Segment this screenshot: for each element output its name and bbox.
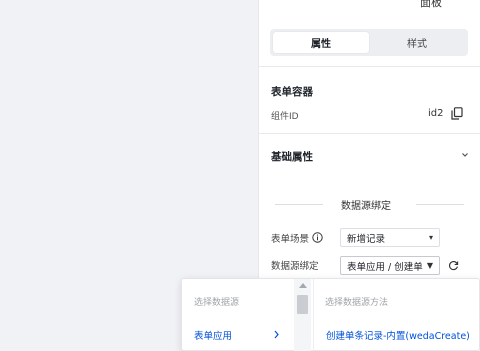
chevron-right-icon [274,330,279,339]
panel-header-label: 面板 [420,0,442,9]
divider [258,66,480,67]
dropdown-item-create-record[interactable]: 创建单条记录-内置(wedaCreate) [326,328,470,342]
divider-line-right [416,204,464,205]
tab-styles[interactable]: 样式 [369,32,465,53]
section-title-basic-props[interactable]: 基础属性 [271,149,313,164]
scrollbar-thumb[interactable] [297,295,308,314]
data-source-method-list: 选择数据源方法 创建单条记录-内置(wedaCreate) [313,279,480,351]
form-scene-value: 新增记录 [347,233,386,245]
data-source-select[interactable]: 表单应用 / 创建单 ▼ [340,256,440,275]
component-id-value: id2 [428,108,444,119]
data-binding-title: 数据源绑定 [341,201,391,212]
chevron-down-icon: ▾ [428,233,433,242]
copy-icon[interactable] [451,107,463,120]
dropdown-item-form-app[interactable]: 表单应用 [194,328,232,342]
data-source-list: 选择数据源 表单应用 [182,279,294,351]
property-tabs: 属性 样式 [270,29,468,56]
refresh-icon[interactable] [448,260,459,271]
section-title-form-container: 表单容器 [271,86,313,98]
divider-line-left [275,204,323,205]
form-scene-label: 表单场景 [271,234,310,245]
scroll-up-arrow-icon[interactable] [299,283,307,288]
data-source-value: 表单应用 / 创建单 [347,261,423,273]
caret-down-icon: ▼ [426,261,433,270]
info-icon[interactable] [312,232,323,243]
chevron-down-icon[interactable] [460,150,470,160]
form-scene-select[interactable]: 新增记录 ▾ [340,228,440,247]
component-id-label: 组件ID [271,112,299,122]
divider [258,133,480,134]
tab-properties[interactable]: 属性 [273,32,369,53]
dropdown-header-source: 选择数据源 [194,298,240,308]
dropdown-scrollbar[interactable] [294,279,311,351]
dropdown-header-method: 选择数据源方法 [325,298,389,308]
data-source-label: 数据源绑定 [271,261,319,272]
data-source-dropdown: 选择数据源 表单应用 选择数据源方法 创建单条记录-内置(wedaCreate) [181,278,480,351]
